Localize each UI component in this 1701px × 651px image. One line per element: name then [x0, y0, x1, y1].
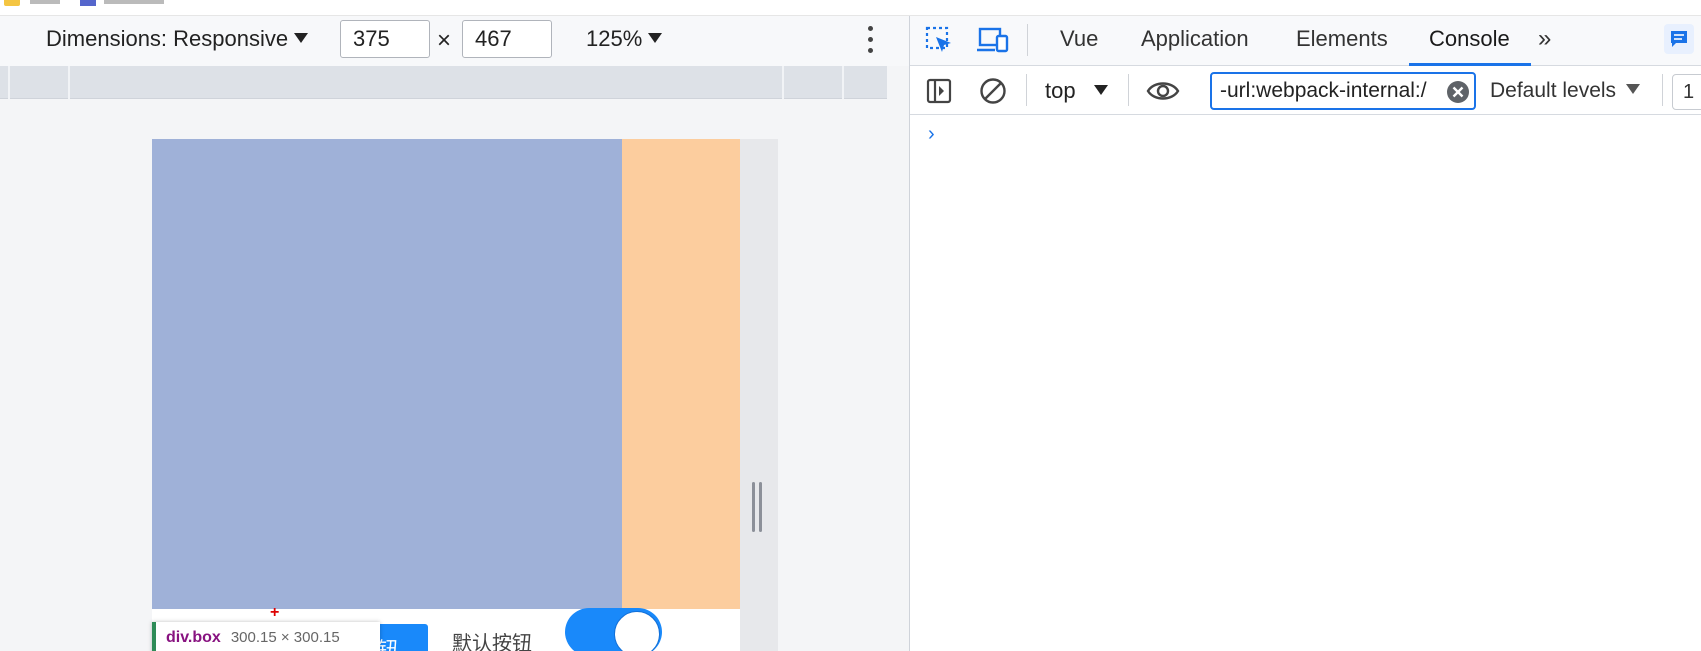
tooltip-element-size: 300.15 × 300.15 — [230, 629, 340, 646]
bookmark-folder-icon[interactable] — [4, 0, 20, 6]
caret-down-icon — [1626, 84, 1641, 95]
tab-vue[interactable]: Vue — [1060, 24, 1098, 54]
issues-icon[interactable] — [1664, 24, 1694, 54]
viewport-gutter — [740, 139, 778, 651]
width-input[interactable]: 375 — [340, 20, 430, 58]
console-prompt[interactable]: › — [928, 120, 935, 148]
context-label: top — [1045, 78, 1076, 103]
inspect-tooltip: div.box 300.15 × 300.15 — [152, 622, 380, 651]
toolbar-divider — [1662, 74, 1663, 106]
log-levels-select[interactable]: Default levels — [1490, 76, 1641, 106]
console-filter-input[interactable]: -url:webpack-internal:/ — [1210, 72, 1476, 110]
log-levels-label: Default levels — [1490, 79, 1617, 102]
height-input[interactable]: 467 — [462, 20, 552, 58]
tab-console[interactable]: Console — [1429, 24, 1510, 54]
dimensions-select[interactable]: Dimensions: Responsive — [46, 24, 309, 54]
viewport-resize-handle[interactable] — [752, 482, 764, 532]
crosshair-cursor-icon: + — [270, 604, 280, 621]
sidebar-toggle-icon[interactable] — [926, 78, 952, 104]
dimensions-label: Dimensions: Responsive — [46, 26, 289, 51]
zoom-label: 125% — [586, 26, 643, 51]
bookmark-label[interactable] — [104, 0, 164, 4]
peach-box[interactable] — [622, 139, 740, 609]
bookmark-site-icon[interactable] — [80, 0, 96, 6]
toolbar-divider — [1026, 74, 1027, 106]
toolbar-divider — [1027, 24, 1028, 56]
more-tabs-icon[interactable]: » — [1538, 26, 1551, 52]
caret-down-icon — [1093, 85, 1108, 96]
issue-count-badge[interactable]: 1 — [1672, 74, 1701, 110]
toolbar-divider — [1128, 74, 1129, 106]
default-button[interactable]: 默认按钮 — [452, 634, 532, 651]
media-query-ruler[interactable] — [0, 66, 887, 99]
bookmark-bar — [0, 0, 1701, 16]
context-select[interactable]: top — [1045, 76, 1108, 106]
caret-down-icon — [294, 33, 309, 44]
bookmark-label[interactable] — [30, 0, 60, 4]
tab-application[interactable]: Application — [1141, 24, 1249, 54]
toggle-switch-knob[interactable] — [614, 611, 660, 651]
tab-elements[interactable]: Elements — [1296, 24, 1388, 54]
screen: Dimensions: Responsive 375 × 467 125% 按钮… — [0, 0, 1701, 651]
zoom-select[interactable]: 125% — [586, 24, 663, 54]
eye-icon[interactable] — [1146, 79, 1180, 103]
caret-down-icon — [648, 33, 663, 44]
tooltip-element-name: div.box — [166, 629, 221, 646]
clear-filter-icon[interactable] — [1446, 80, 1470, 104]
dimension-separator: × — [437, 27, 452, 54]
blue-box[interactable] — [152, 139, 622, 609]
more-vertical-icon[interactable] — [866, 26, 874, 54]
inspect-element-icon[interactable] — [925, 26, 953, 54]
clear-console-icon[interactable] — [979, 77, 1007, 105]
device-toggle-icon[interactable] — [977, 27, 1009, 53]
